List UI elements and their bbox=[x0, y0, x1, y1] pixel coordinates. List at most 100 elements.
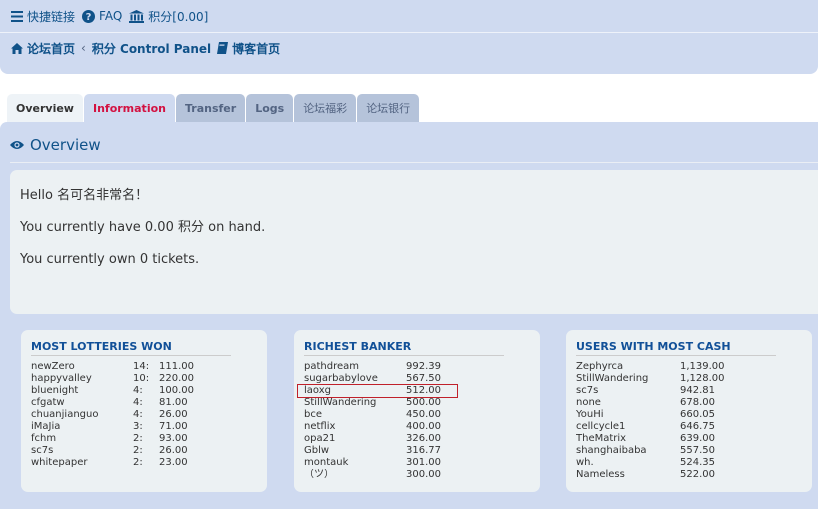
row-name[interactable]: fchm bbox=[31, 433, 133, 445]
table-row: iMaJia 3: 71.00 bbox=[31, 421, 257, 433]
question-circle-icon: ? bbox=[82, 9, 96, 23]
points-text: You currently have 0.00 积分 on hand. bbox=[20, 220, 266, 235]
row-name[interactable]: opa21 bbox=[304, 433, 406, 445]
faq-label: FAQ bbox=[99, 9, 123, 23]
breadcrumb-control-panel[interactable]: 积分 Control Panel bbox=[92, 40, 211, 57]
table-row: fchm 2: 93.00 bbox=[31, 433, 257, 445]
row-name[interactable]: bce bbox=[304, 409, 406, 421]
row-amt: 942.81 bbox=[680, 385, 715, 396]
row-cnt: 4: bbox=[133, 397, 143, 408]
row-name[interactable]: cfgatw bbox=[31, 397, 133, 409]
row-name[interactable]: cellcycle1 bbox=[576, 421, 680, 433]
row-amt: 26.00 bbox=[159, 409, 188, 420]
row-amt: 81.00 bbox=[159, 397, 188, 408]
row-name[interactable]: Zephyrca bbox=[576, 361, 680, 373]
row-amt: 1,139.00 bbox=[680, 361, 725, 372]
table-row: chuanjianguo 4: 26.00 bbox=[31, 409, 257, 421]
top-bar: 快捷链接 ? FAQ 积分[0.00] bbox=[0, 0, 818, 33]
row-amt: 301.00 bbox=[406, 457, 441, 468]
panel-title-text: Overview bbox=[30, 136, 101, 154]
row-name[interactable]: laoxg bbox=[304, 385, 406, 397]
tab-information[interactable]: Information bbox=[83, 94, 175, 122]
table-row: StillWandering 1,128.00 bbox=[576, 373, 802, 385]
row-name[interactable]: netflix bbox=[304, 421, 406, 433]
table-row: bce 450.00 bbox=[304, 409, 530, 421]
row-amt: 512.00 bbox=[406, 385, 441, 396]
points-link[interactable]: 积分[0.00] bbox=[129, 8, 208, 25]
quicklinks-label: 快捷链接 bbox=[27, 9, 76, 24]
tab-bank[interactable]: 论坛银行 bbox=[357, 94, 420, 122]
row-name[interactable]: pathdream bbox=[304, 361, 406, 373]
row-name[interactable]: StillWandering bbox=[304, 397, 406, 409]
breadcrumb: 论坛首页 ‹ 积分 Control Panel 博客首页 bbox=[0, 33, 818, 63]
row-name[interactable]: wh. bbox=[576, 457, 680, 469]
tab-transfer[interactable]: Transfer bbox=[175, 94, 246, 122]
row-name[interactable]: newZero bbox=[31, 361, 133, 373]
row-name[interactable]: （ツ） bbox=[304, 469, 406, 481]
row-name[interactable]: StillWandering bbox=[576, 373, 680, 385]
row-amt: 23.00 bbox=[159, 457, 188, 468]
row-name[interactable]: sc7s bbox=[31, 445, 133, 457]
table-row: YouHi 660.05 bbox=[576, 409, 802, 421]
breadcrumb-blog-home[interactable]: 博客首页 bbox=[217, 40, 280, 57]
table-row: wh. 524.35 bbox=[576, 457, 802, 469]
table-row: happyvalley 10: 220.00 bbox=[31, 373, 257, 385]
row-amt: 450.00 bbox=[406, 409, 441, 420]
table-row: whitepaper 2: 23.00 bbox=[31, 457, 257, 469]
row-name[interactable]: montauk bbox=[304, 457, 406, 469]
table-row: netflix 400.00 bbox=[304, 421, 530, 433]
row-amt: 639.00 bbox=[680, 433, 715, 444]
table-row: TheMatrix 639.00 bbox=[576, 433, 802, 445]
row-name[interactable]: none bbox=[576, 397, 680, 409]
row-cnt: 2: bbox=[133, 457, 143, 468]
row-name[interactable]: YouHi bbox=[576, 409, 680, 421]
faq-link[interactable]: ? FAQ bbox=[82, 9, 122, 23]
row-amt: 524.35 bbox=[680, 457, 715, 468]
table-row: cellcycle1 646.75 bbox=[576, 421, 802, 433]
tab-overview[interactable]: Overview bbox=[7, 94, 83, 123]
overview-content: Hello 名可名非常名！ You currently have 0.00 积分… bbox=[10, 170, 818, 314]
row-name[interactable]: Nameless bbox=[576, 469, 680, 481]
row-name[interactable]: chuanjianguo bbox=[31, 409, 133, 421]
row-name[interactable]: sc7s bbox=[576, 385, 680, 397]
row-amt: 1,128.00 bbox=[680, 373, 725, 384]
table-row: sc7s 942.81 bbox=[576, 385, 802, 397]
table-row: shanghaibaba 557.50 bbox=[576, 445, 802, 457]
svg-text:?: ? bbox=[86, 12, 92, 23]
row-amt: 326.00 bbox=[406, 433, 441, 444]
most-cash-title: USERS WITH MOST CASH bbox=[576, 340, 776, 356]
row-name[interactable]: happyvalley bbox=[31, 373, 133, 385]
breadcrumb-forum-home-label: 论坛首页 bbox=[27, 41, 76, 56]
row-cnt: 2: bbox=[133, 433, 143, 444]
table-row: sc7s 2: 26.00 bbox=[31, 445, 257, 457]
richest-banker-box: RICHEST BANKER pathdream 992.39 sugarbabyl… bbox=[294, 330, 540, 492]
most-lotteries-won-title: MOST LOTTERIES WON bbox=[31, 340, 231, 356]
row-cnt: 4: bbox=[133, 409, 143, 420]
row-name[interactable]: iMaJia bbox=[31, 421, 133, 433]
table-row: bluenight 4: 100.00 bbox=[31, 385, 257, 397]
tab-lottery[interactable]: 论坛福彩 bbox=[294, 94, 357, 122]
table-row: cfgatw 4: 81.00 bbox=[31, 397, 257, 409]
home-icon bbox=[11, 42, 23, 54]
panel-title: Overview bbox=[10, 136, 101, 154]
breadcrumb-forum-home[interactable]: 论坛首页 bbox=[11, 40, 75, 57]
row-amt: 26.00 bbox=[159, 445, 188, 456]
row-name[interactable]: Gblw bbox=[304, 445, 406, 457]
row-name[interactable]: shanghaibaba bbox=[576, 445, 680, 457]
row-amt: 678.00 bbox=[680, 397, 715, 408]
row-amt: 300.00 bbox=[406, 469, 441, 480]
quicklinks-menu[interactable]: 快捷链接 bbox=[11, 8, 75, 25]
row-name[interactable]: whitepaper bbox=[31, 457, 133, 469]
tab-logs[interactable]: Logs bbox=[246, 94, 294, 122]
row-name[interactable]: bluenight bbox=[31, 385, 133, 397]
row-name[interactable]: sugarbabylove bbox=[304, 373, 406, 385]
richest-banker-title: RICHEST BANKER bbox=[304, 340, 504, 356]
row-amt: 660.05 bbox=[680, 409, 715, 420]
row-amt: 567.50 bbox=[406, 373, 441, 384]
row-name[interactable]: TheMatrix bbox=[576, 433, 680, 445]
divider bbox=[10, 162, 818, 163]
table-row: Zephyrca 1,139.00 bbox=[576, 361, 802, 373]
row-amt: 500.00 bbox=[406, 397, 441, 408]
most-cash-box: USERS WITH MOST CASH Zephyrca 1,139.00 Sti… bbox=[566, 330, 812, 492]
row-amt: 93.00 bbox=[159, 433, 188, 444]
